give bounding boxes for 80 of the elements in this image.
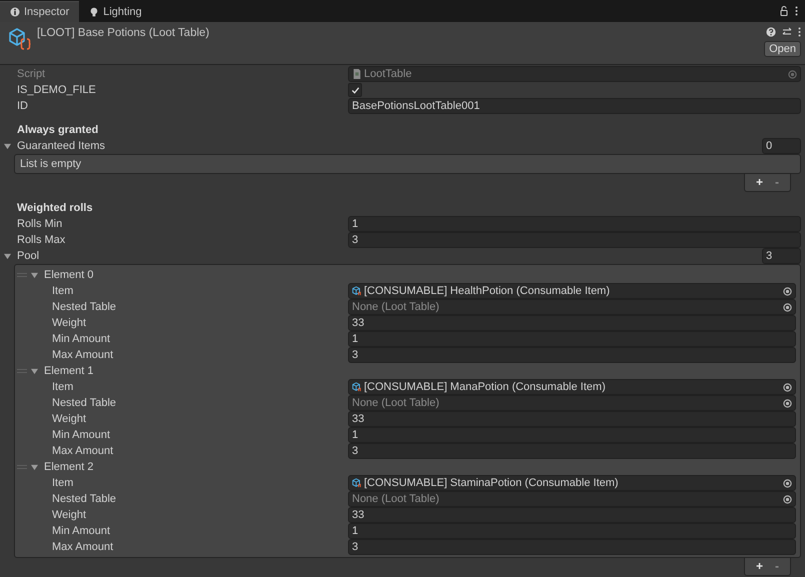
open-button[interactable]: Open <box>764 41 801 57</box>
object-field-value: LootTable <box>364 67 413 81</box>
list-label[interactable]: Guaranteed Items <box>17 140 762 152</box>
sliders-icon[interactable] <box>782 27 792 37</box>
field-label: Nested Table <box>52 301 118 313</box>
tab[interactable]: Inspector <box>0 1 80 22</box>
field-label: Nested Table <box>52 397 118 409</box>
help-icon[interactable] <box>766 27 776 37</box>
value-field[interactable]: 33 <box>348 411 796 427</box>
checkbox[interactable] <box>348 83 362 97</box>
cube-icon <box>352 382 362 392</box>
value-field[interactable]: 3 <box>348 232 801 248</box>
value-field[interactable]: 1 <box>348 523 796 539</box>
list-size-field[interactable]: 0 <box>762 138 801 154</box>
field-label: Script <box>17 68 46 80</box>
value-field[interactable]: 33 <box>348 507 796 523</box>
loot-table-icon <box>8 27 32 51</box>
field-label: Max Amount <box>52 445 114 457</box>
script-file-icon <box>352 69 362 79</box>
field-label: Nested Table <box>52 493 118 505</box>
value-field[interactable]: BasePotionsLootTable001 <box>348 98 801 114</box>
field-label: Item <box>52 477 74 489</box>
field-label: Item <box>52 285 74 297</box>
field-label: Weight <box>52 509 88 521</box>
object-field[interactable]: None (Loot Table) <box>348 395 796 411</box>
expanded-triangle-icon[interactable] <box>4 142 11 150</box>
value-field[interactable]: 3 <box>348 443 796 459</box>
empty-list-text: List is empty <box>19 158 82 170</box>
field-label: Min Amount <box>52 525 112 537</box>
field-label: Max Amount <box>52 541 114 553</box>
value-field[interactable]: 1 <box>348 216 801 232</box>
element-label[interactable]: Element 2 <box>44 461 94 473</box>
list-label[interactable]: Pool <box>17 250 762 262</box>
add-button[interactable]: + <box>750 559 768 573</box>
value-field[interactable]: 1 <box>348 427 796 443</box>
value-field[interactable]: 1 <box>348 331 796 347</box>
element-label[interactable]: Element 1 <box>44 365 94 377</box>
object-field-value: None (Loot Table) <box>352 300 440 314</box>
cube-icon <box>352 286 362 296</box>
asset-title: [LOOT] Base Potions (Loot Table) <box>37 27 210 39</box>
field-label: Weight <box>52 413 88 425</box>
field-label: Rolls Min <box>17 218 64 230</box>
add-button[interactable]: + <box>750 175 768 189</box>
object-field-value: [CONSUMABLE] StaminaPotion (Consumable Item) <box>364 476 620 490</box>
field-label: Rolls Max <box>17 234 66 246</box>
checkmark-icon <box>350 86 360 94</box>
section-heading: Weighted rolls <box>16 201 94 216</box>
lock-icon[interactable] <box>779 6 789 16</box>
more-options-icon[interactable] <box>795 6 798 16</box>
expanded-triangle-icon[interactable] <box>31 464 38 470</box>
object-field-value: None (Loot Table) <box>352 396 440 410</box>
tab[interactable]: Lighting <box>79 1 152 22</box>
object-field-value: [CONSUMABLE] ManaPotion (Consumable Item) <box>364 380 606 394</box>
object-field[interactable]: None (Loot Table) <box>348 299 796 315</box>
lightbulb-icon <box>89 6 100 16</box>
object-field[interactable]: [CONSUMABLE] ManaPotion (Consumable Item) <box>348 379 796 395</box>
cube-icon <box>352 478 362 488</box>
element-label[interactable]: Element 0 <box>44 269 94 281</box>
value-field[interactable]: 3 <box>348 539 796 555</box>
value-field[interactable]: 33 <box>348 315 796 331</box>
info-icon <box>10 7 20 17</box>
object-field[interactable]: [CONSUMABLE] StaminaPotion (Consumable Item) <box>348 475 796 491</box>
value-field[interactable]: 3 <box>348 347 796 363</box>
field-label: Max Amount <box>52 349 114 361</box>
expanded-triangle-icon[interactable] <box>31 272 38 278</box>
expanded-triangle-icon[interactable] <box>4 252 11 260</box>
field-label: Item <box>52 381 74 393</box>
field-label: IS_DEMO_FILE <box>17 84 97 96</box>
object-field[interactable]: None (Loot Table) <box>348 491 796 507</box>
object-field-value: [CONSUMABLE] HealthPotion (Consumable Item) <box>364 284 611 298</box>
object-field[interactable]: [CONSUMABLE] HealthPotion (Consumable Item) <box>348 283 796 299</box>
expanded-triangle-icon[interactable] <box>31 368 38 374</box>
field-label: Weight <box>52 317 88 329</box>
section-heading: Always granted <box>16 123 100 138</box>
field-label: ID <box>17 100 29 112</box>
field-label: Min Amount <box>52 333 112 345</box>
field-label: Min Amount <box>52 429 112 441</box>
more-options-icon[interactable] <box>798 27 801 37</box>
object-field-value: None (Loot Table) <box>352 492 440 506</box>
list-size-field[interactable]: 3 <box>762 248 801 264</box>
